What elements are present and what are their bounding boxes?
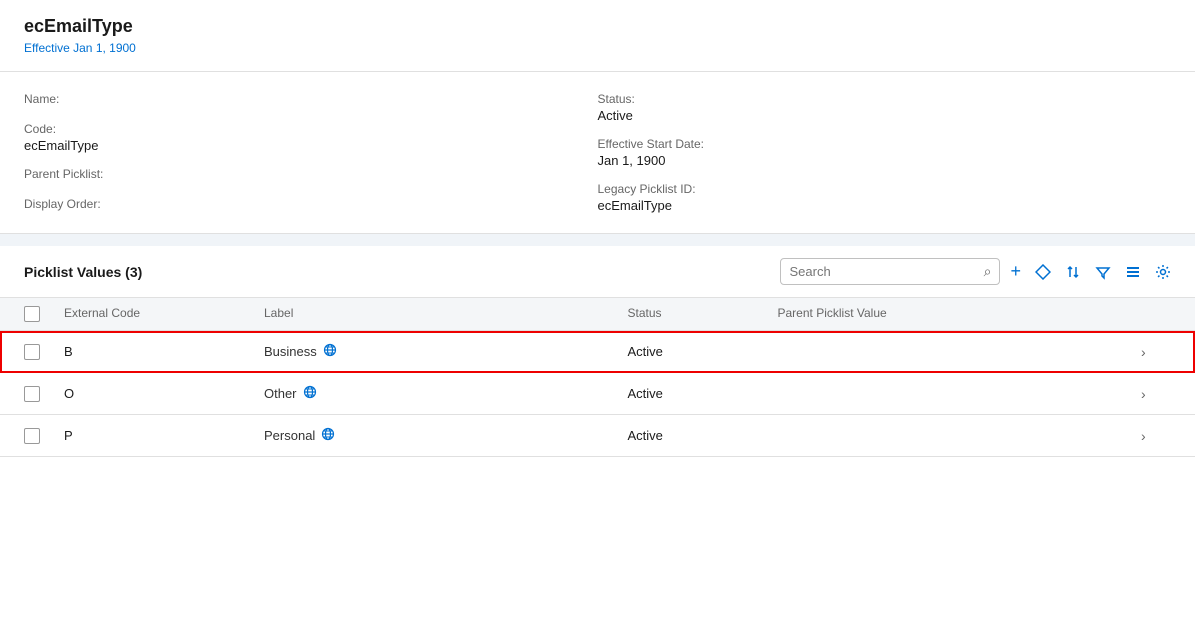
- col-label: Label: [264, 306, 628, 322]
- search-box[interactable]: ⌕: [780, 258, 1000, 285]
- row-checkbox-o[interactable]: [24, 386, 40, 402]
- picklist-section: Picklist Values (3) ⌕ +: [0, 246, 1195, 620]
- col-external-code: External Code: [64, 306, 264, 322]
- col-parent-picklist-value: Parent Picklist Value: [778, 306, 1142, 322]
- page: ecEmailType Effective Jan 1, 1900 Name: …: [0, 0, 1195, 620]
- header-section: ecEmailType Effective Jan 1, 1900: [0, 0, 1195, 72]
- chevron-right-o[interactable]: ›: [1141, 386, 1171, 402]
- row-checkbox-p[interactable]: [24, 428, 40, 444]
- right-fields: Status: Active Effective Start Date: Jan…: [598, 92, 1172, 213]
- header-checkbox[interactable]: [24, 306, 40, 322]
- legacy-picklist-id-value: ecEmailType: [598, 198, 1172, 213]
- diamond-icon[interactable]: [1035, 264, 1051, 280]
- table-header: External Code Label Status Parent Pickli…: [0, 298, 1195, 331]
- search-icon: ⌕: [984, 263, 992, 280]
- code-value: ecEmailType: [24, 138, 598, 153]
- status-label: Status:: [598, 92, 1172, 106]
- row-label-o: Other: [264, 385, 628, 402]
- field-legacy-picklist-id: Legacy Picklist ID: ecEmailType: [598, 182, 1172, 213]
- field-code: Code: ecEmailType: [24, 122, 598, 153]
- settings-icon[interactable]: [1155, 264, 1171, 280]
- add-icon[interactable]: +: [1010, 261, 1021, 282]
- left-fields: Name: Code: ecEmailType Parent Picklist:…: [24, 92, 598, 213]
- sort-icon[interactable]: [1065, 264, 1081, 280]
- field-status: Status: Active: [598, 92, 1172, 123]
- columns-icon[interactable]: [1125, 264, 1141, 280]
- picklist-title: Picklist Values (3): [24, 264, 770, 280]
- col-status: Status: [628, 306, 778, 322]
- field-display-order: Display Order:: [24, 197, 598, 213]
- table-row[interactable]: O Other Active ›: [0, 373, 1195, 415]
- row-status-p: Active: [628, 428, 778, 443]
- chevron-right-b[interactable]: ›: [1141, 344, 1171, 360]
- row-checkbox-b[interactable]: [24, 344, 40, 360]
- row-label-b: Business: [264, 343, 628, 360]
- effective-start-date-label: Effective Start Date:: [598, 137, 1172, 151]
- chevron-right-p[interactable]: ›: [1141, 428, 1171, 444]
- table-row[interactable]: B Business Active ›: [0, 331, 1195, 373]
- row-label-p: Personal: [264, 427, 628, 444]
- effective-date: Effective Jan 1, 1900: [24, 41, 1171, 55]
- toolbar-icons: +: [1010, 261, 1171, 282]
- globe-icon-o: [303, 385, 317, 402]
- table-row[interactable]: P Personal Active ›: [0, 415, 1195, 457]
- globe-icon-b: [323, 343, 337, 360]
- field-parent-picklist: Parent Picklist:: [24, 167, 598, 183]
- picklist-header: Picklist Values (3) ⌕ +: [0, 246, 1195, 298]
- legacy-picklist-id-label: Legacy Picklist ID:: [598, 182, 1172, 196]
- code-label: Code:: [24, 122, 598, 136]
- row-code-o: O: [64, 386, 264, 401]
- search-input[interactable]: [789, 264, 983, 279]
- row-status-b: Active: [628, 344, 778, 359]
- display-order-label: Display Order:: [24, 197, 598, 211]
- filter-icon[interactable]: [1095, 264, 1111, 280]
- field-effective-start-date: Effective Start Date: Jan 1, 1900: [598, 137, 1172, 168]
- globe-icon-p: [321, 427, 335, 444]
- name-label: Name:: [24, 92, 598, 106]
- field-name: Name:: [24, 92, 598, 108]
- row-code-p: P: [64, 428, 264, 443]
- row-code-b: B: [64, 344, 264, 359]
- row-status-o: Active: [628, 386, 778, 401]
- parent-picklist-label: Parent Picklist:: [24, 167, 598, 181]
- page-title: ecEmailType: [24, 16, 1171, 37]
- status-value: Active: [598, 108, 1172, 123]
- effective-start-date-value: Jan 1, 1900: [598, 153, 1172, 168]
- detail-section: Name: Code: ecEmailType Parent Picklist:…: [0, 72, 1195, 234]
